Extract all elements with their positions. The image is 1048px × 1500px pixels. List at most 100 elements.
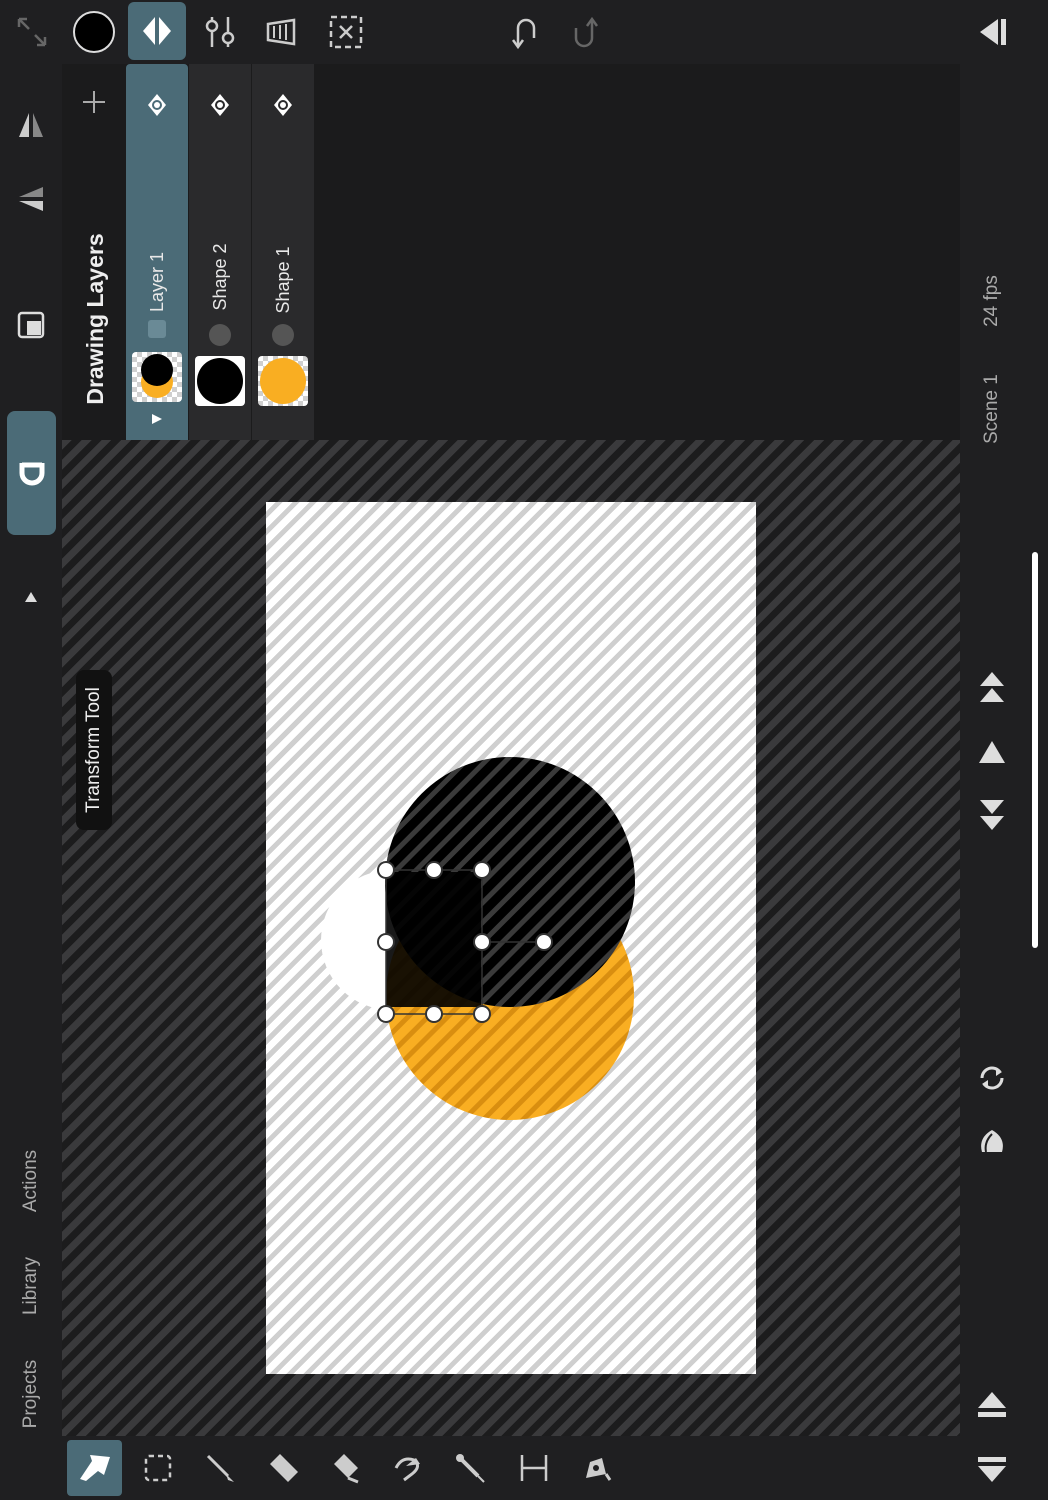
selection-tool-icon: [144, 1454, 172, 1482]
triangle-up-icon: [25, 592, 37, 602]
scrollbar[interactable]: [1032, 552, 1038, 948]
expand-arrows-icon[interactable]: [12, 12, 52, 52]
color-swatch-button[interactable]: [72, 10, 116, 54]
transform-tool-icon: [79, 1455, 110, 1481]
redo-icon: [574, 16, 599, 48]
visibility-icon[interactable]: [207, 92, 233, 118]
transform-handle[interactable]: [377, 861, 395, 879]
sliders-icon: [205, 17, 235, 47]
send-to-back-button[interactable]: [972, 794, 1012, 834]
projects-tab[interactable]: Projects: [19, 1353, 43, 1435]
artboard[interactable]: [266, 502, 756, 1374]
layer-name: Shape 1: [273, 246, 293, 314]
rotate-handle[interactable]: [535, 933, 553, 951]
undo-button[interactable]: [504, 10, 544, 54]
plus-icon: [83, 91, 105, 113]
send-to-back-icon: [980, 800, 1004, 830]
layer-thumbnail: [258, 356, 308, 406]
eyedropper-tool-button[interactable]: [448, 1446, 492, 1490]
fill-tool-icon: [334, 1454, 359, 1484]
layer-name: Shape 2: [210, 243, 230, 311]
add-layer-button[interactable]: [76, 84, 112, 120]
flip-vertical-button[interactable]: [10, 178, 52, 220]
scene-label[interactable]: Scene 1: [979, 365, 1005, 453]
selection-tool-button[interactable]: [136, 1446, 180, 1490]
tool-tooltip: Transform Tool: [76, 670, 112, 830]
brush-tool-button[interactable]: [198, 1446, 242, 1490]
deselect-icon: [329, 15, 363, 49]
visibility-icon[interactable]: [270, 92, 296, 118]
expand-layer-icon[interactable]: [150, 412, 164, 431]
collapse-timeline-up-button[interactable]: [972, 1384, 1012, 1424]
snapping-button[interactable]: [7, 411, 56, 535]
layer-thumbnail: [132, 352, 182, 402]
layers-panel: Drawing Layers Layer 1 Shape 2 Shape 1: [62, 64, 960, 440]
flip-horizontal-icon: [19, 113, 43, 137]
layer-item-layer-1[interactable]: Layer 1: [126, 64, 188, 440]
actions-tab[interactable]: Actions: [19, 1143, 43, 1219]
bring-forward-button[interactable]: [972, 732, 1012, 772]
layers-panel-title: Drawing Layers: [82, 233, 108, 405]
layers-icon: [143, 17, 171, 45]
transform-handle[interactable]: [377, 933, 395, 951]
fps-label[interactable]: 24 fps: [979, 263, 1005, 339]
pen-tool-button[interactable]: [574, 1446, 618, 1490]
layer-item-shape-2[interactable]: Shape 2: [189, 64, 251, 440]
magnet-icon: [19, 462, 44, 486]
guide-tool-icon: [520, 1455, 548, 1481]
bring-forward-icon: [979, 741, 1005, 763]
onion-skin-button[interactable]: [972, 1120, 1012, 1160]
transform-handle[interactable]: [473, 933, 491, 951]
left-rail: Actions Library Projects: [0, 64, 62, 1436]
vector-pen-icon: [209, 324, 231, 346]
eject-up-icon: [978, 1392, 1006, 1417]
adjustments-button[interactable]: [198, 10, 242, 54]
tools-toolbar: [0, 1436, 960, 1500]
visibility-icon[interactable]: [144, 92, 170, 118]
bring-to-front-icon: [980, 672, 1004, 702]
transform-handle[interactable]: [377, 1005, 395, 1023]
transform-tool-button[interactable]: [67, 1440, 122, 1496]
flip-horizontal-button[interactable]: [10, 104, 52, 146]
right-rail: 24 fps Scene 1: [960, 64, 1048, 1500]
group-layer-icon: [148, 320, 166, 338]
arrange-icon: [17, 311, 45, 339]
layer-name: Layer 1: [147, 251, 167, 313]
top-toolbar: [0, 0, 1048, 64]
transform-handle[interactable]: [473, 1005, 491, 1023]
layer-thumbnail: [195, 356, 245, 406]
eraser-tool-button[interactable]: [262, 1446, 306, 1490]
undo-icon: [511, 18, 536, 50]
transform-handle[interactable]: [425, 861, 443, 879]
lasso-fill-tool-icon: [394, 1457, 420, 1482]
layer-item-shape-1[interactable]: Shape 1: [252, 64, 314, 440]
tooltip-text: Transform Tool: [83, 687, 104, 813]
timeline-icon: [266, 18, 296, 46]
brush-tool-icon: [206, 1454, 234, 1482]
vector-pen-icon: [272, 324, 294, 346]
arrange-button[interactable]: [10, 304, 52, 346]
selected-region: [386, 872, 481, 1007]
guide-tool-button[interactable]: [512, 1446, 556, 1490]
library-tab[interactable]: Library: [19, 1248, 43, 1324]
fill-tool-button[interactable]: [324, 1446, 368, 1490]
pen-tool-icon: [586, 1458, 612, 1481]
redo-button[interactable]: [566, 12, 606, 56]
transform-handle[interactable]: [425, 1005, 443, 1023]
loop-button[interactable]: [972, 1058, 1012, 1098]
eraser-tool-icon: [270, 1454, 298, 1482]
collapse-panel-icon: [980, 19, 1006, 45]
lasso-fill-tool-button[interactable]: [386, 1446, 430, 1490]
clear-selection-button[interactable]: [324, 10, 368, 54]
transform-handle[interactable]: [473, 861, 491, 879]
collapse-tools-button[interactable]: [18, 586, 44, 608]
canvas[interactable]: [62, 440, 960, 1436]
layers-button[interactable]: [128, 2, 186, 60]
color-swatch: [73, 11, 115, 53]
collapse-panel-button[interactable]: [970, 10, 1014, 54]
bring-to-front-button[interactable]: [972, 668, 1012, 708]
collapse-timeline-down-button[interactable]: [972, 1450, 1012, 1490]
eyedropper-tool-icon: [456, 1454, 485, 1483]
loop-icon: [980, 1066, 1004, 1090]
timeline-button[interactable]: [260, 10, 304, 54]
